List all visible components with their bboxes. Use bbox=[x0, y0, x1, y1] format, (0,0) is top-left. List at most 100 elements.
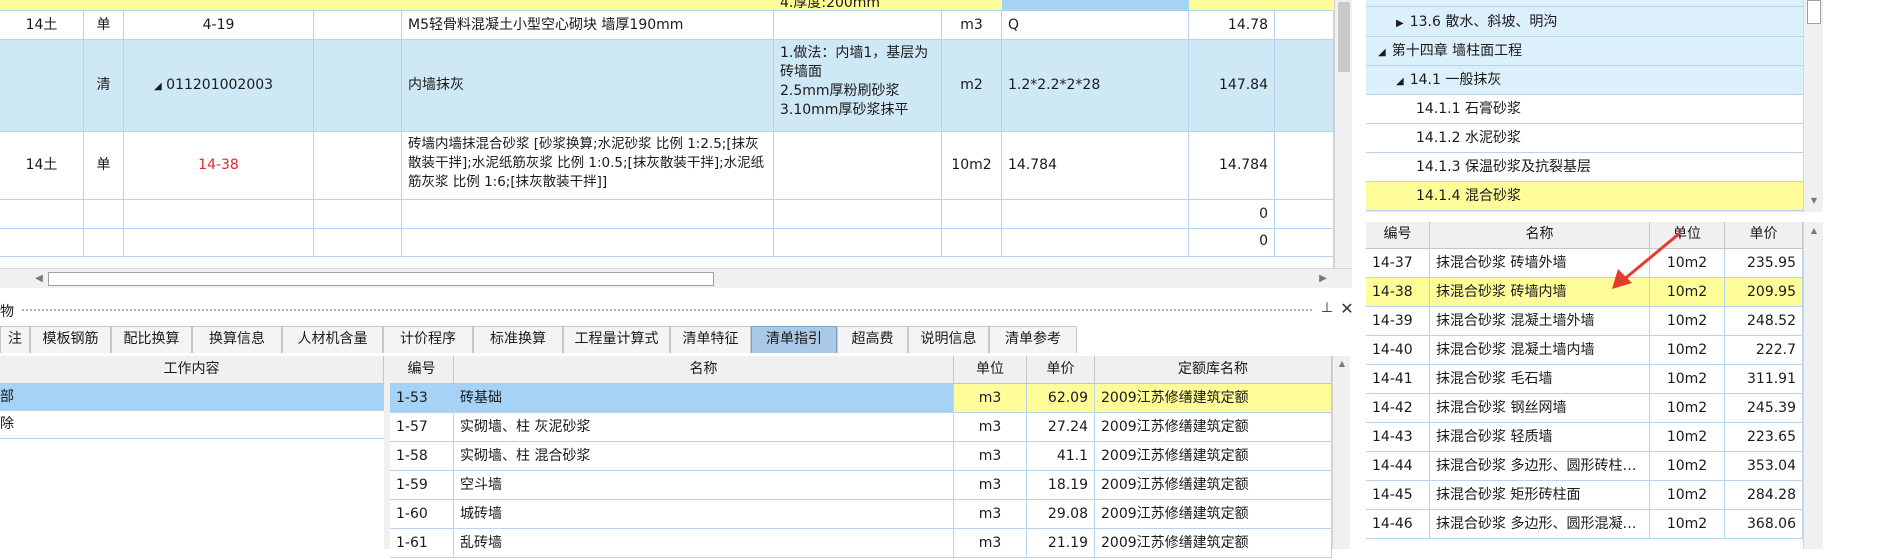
tree-item[interactable]: 14.1.3 保温砂浆及抗裂基层 bbox=[1366, 153, 1803, 182]
code-cell: 1-61 bbox=[390, 529, 454, 558]
col-header-code[interactable]: 编号 bbox=[1366, 222, 1430, 249]
blank-cell bbox=[314, 200, 402, 229]
price-cell: 29.08 bbox=[1027, 500, 1095, 529]
library-cell: 2009江苏修缮建筑定额 bbox=[1095, 413, 1332, 442]
code-cell: 1-58 bbox=[390, 442, 454, 471]
table-row[interactable]: 14-40 抹混合砂浆 混凝土墙内墙 10m2 222.7 bbox=[1366, 336, 1803, 365]
dept-cell: 14土 bbox=[0, 11, 84, 40]
table-row-bill[interactable]: 清 ◢ 011201002003 内墙抹灰 1.做法：内墙1，基层为砖墙面 2.… bbox=[0, 40, 1334, 132]
table-row[interactable]: 0 bbox=[0, 200, 1334, 229]
features-cell: 1.做法：内墙1，基层为砖墙面 2.5mm厚粉刷砂浆 3.10mm厚砂浆抹平 bbox=[774, 40, 942, 132]
table-row[interactable]: 14-37 抹混合砂浆 砖墙外墙 10m2 235.95 bbox=[1366, 249, 1803, 278]
tab-description[interactable]: 说明信息 bbox=[908, 326, 989, 353]
code-cell: 14-39 bbox=[1366, 307, 1430, 336]
expand-triangle-icon[interactable]: ◢ bbox=[154, 81, 162, 92]
table-row[interactable]: 0 bbox=[0, 229, 1334, 257]
col-header-library[interactable]: 定额库名称 bbox=[1095, 356, 1332, 384]
partial-row-formula-bg bbox=[1002, 0, 1189, 11]
table-row[interactable]: 1-60 城砖墙 m3 29.08 2009江苏修缮建筑定额 bbox=[390, 500, 1332, 529]
name-cell: M5轻骨料混凝土小型空心砌块 墙厚190mm bbox=[402, 11, 774, 40]
table-row[interactable]: 14-46 抹混合砂浆 多边形、圆形混凝… 10m2 368.06 bbox=[1366, 510, 1803, 539]
price-cell: 353.04 bbox=[1725, 452, 1803, 481]
table-row[interactable]: 14-39 抹混合砂浆 混凝土墙外墙 10m2 248.52 bbox=[1366, 307, 1803, 336]
close-icon[interactable]: ✕ bbox=[1338, 299, 1356, 319]
col-header-name[interactable]: 名称 bbox=[454, 356, 954, 384]
col-header-code[interactable]: 编号 bbox=[390, 356, 454, 384]
table-row[interactable]: 14-44 抹混合砂浆 多边形、圆形砖柱… 10m2 353.04 bbox=[1366, 452, 1803, 481]
scroll-up-arrow-icon[interactable]: ▲ bbox=[1336, 358, 1348, 370]
dept-cell bbox=[0, 40, 84, 132]
tree-item[interactable]: ▶ 13.6 散水、斜坡、明沟 bbox=[1366, 8, 1803, 37]
table-row[interactable]: 14-38 抹混合砂浆 砖墙内墙 10m2 209.95 bbox=[1366, 278, 1803, 307]
guide-table-vscrollbar[interactable]: ▲ bbox=[1332, 356, 1350, 549]
tab-height-fee[interactable]: 超高费 bbox=[837, 326, 908, 353]
scroll-thumb[interactable] bbox=[1338, 2, 1350, 72]
tab-mix-conversion[interactable]: 配比换算 bbox=[111, 326, 192, 353]
table-row[interactable]: 1-59 空斗墙 m3 18.19 2009江苏修缮建筑定额 bbox=[390, 471, 1332, 500]
expand-triangle-icon[interactable]: ◢ bbox=[1378, 47, 1386, 58]
tab-formwork-rebar[interactable]: 模板钢筋 bbox=[30, 326, 111, 353]
scroll-up-arrow-icon[interactable]: ▲ bbox=[1807, 224, 1821, 238]
price-cell: 235.95 bbox=[1725, 249, 1803, 278]
table-row[interactable]: 14-45 抹混合砂浆 矩形砖柱面 10m2 284.28 bbox=[1366, 481, 1803, 510]
tree-item[interactable]: 14.1.2 水泥砂浆 bbox=[1366, 124, 1803, 153]
tab-standard-conversion[interactable]: 标准换算 bbox=[473, 326, 563, 353]
blank-cell bbox=[314, 132, 402, 200]
code-cell: 4-19 bbox=[124, 11, 314, 40]
table-row[interactable]: 14-42 抹混合砂浆 钢丝网墙 10m2 245.39 bbox=[1366, 394, 1803, 423]
quota-table-vscrollbar[interactable]: ▲ bbox=[1803, 222, 1823, 549]
list-item[interactable]: 部 bbox=[0, 384, 384, 411]
tab-conversion-info[interactable]: 换算信息 bbox=[192, 326, 282, 353]
extra-cell bbox=[1275, 40, 1334, 132]
tree-item[interactable]: ◢ 第十四章 墙柱面工程 bbox=[1366, 37, 1803, 66]
formula-cell bbox=[1002, 200, 1189, 229]
top-table-hscrollbar[interactable]: ◀ ▶ bbox=[0, 268, 1352, 288]
table-row[interactable]: 1-53 砖基础 m3 62.09 2009江苏修缮建筑定额 bbox=[390, 384, 1332, 413]
tab-bill-reference[interactable]: 清单参考 bbox=[989, 326, 1077, 353]
top-table-vscrollbar[interactable] bbox=[1334, 0, 1352, 268]
tab-quantity-formula[interactable]: 工程量计算式 bbox=[563, 326, 670, 353]
col-header-price[interactable]: 单价 bbox=[1725, 222, 1803, 249]
table-row[interactable]: 1-57 实砌墙、柱 灰泥砂浆 m3 27.24 2009江苏修缮建筑定额 bbox=[390, 413, 1332, 442]
table-row[interactable]: 1-58 实砌墙、柱 混合砂浆 m3 41.1 2009江苏修缮建筑定额 bbox=[390, 442, 1332, 471]
table-row[interactable]: 14-43 抹混合砂浆 轻质墙 10m2 223.65 bbox=[1366, 423, 1803, 452]
col-header-price[interactable]: 单价 bbox=[1027, 356, 1095, 384]
name-cell: 砖墙内墙抹混合砂浆 [砂浆换算;水泥砂浆 比例 1:2.5;[抹灰散装干拌];水… bbox=[402, 132, 774, 200]
price-cell: 41.1 bbox=[1027, 442, 1095, 471]
col-header-unit[interactable]: 单位 bbox=[954, 356, 1027, 384]
unit-cell: m3 bbox=[942, 11, 1002, 40]
tree-scroll-thumb[interactable] bbox=[1807, 0, 1821, 24]
hscroll-thumb[interactable] bbox=[48, 272, 714, 286]
type-cell: 单 bbox=[84, 132, 124, 200]
tab-pricing-procedure[interactable]: 计价程序 bbox=[383, 326, 473, 353]
scroll-down-arrow-icon[interactable]: ▼ bbox=[1807, 194, 1821, 208]
price-cell: 284.28 bbox=[1725, 481, 1803, 510]
pin-icon[interactable]: ⊥ bbox=[1318, 300, 1336, 320]
dept-cell: 14土 bbox=[0, 132, 84, 200]
tab-bill-features[interactable]: 清单特征 bbox=[670, 326, 751, 353]
table-row[interactable]: 14-41 抹混合砂浆 毛石墙 10m2 311.91 bbox=[1366, 365, 1803, 394]
tree-vscrollbar[interactable]: ▼ bbox=[1803, 0, 1823, 212]
tree-item[interactable]: 14.1.4 混合砂浆 bbox=[1366, 182, 1803, 211]
tree-item[interactable]: ◢ 14.1 一般抹灰 bbox=[1366, 66, 1803, 95]
tab-labor-material-machine[interactable]: 人材机含量 bbox=[282, 326, 383, 353]
price-cell: 248.52 bbox=[1725, 307, 1803, 336]
unit-cell: 10m2 bbox=[1650, 481, 1725, 510]
list-item[interactable]: 除 bbox=[0, 411, 384, 439]
table-row[interactable]: 1-61 乱砖墙 m3 21.19 2009江苏修缮建筑定额 bbox=[390, 529, 1332, 558]
expand-triangle-icon[interactable]: ◢ bbox=[1396, 76, 1404, 87]
tab-note[interactable]: 注 bbox=[0, 326, 30, 353]
scroll-left-arrow-icon[interactable]: ◀ bbox=[32, 271, 46, 287]
tree-item[interactable]: 14.1.1 石膏砂浆 bbox=[1366, 95, 1803, 124]
name-cell: 抹混合砂浆 矩形砖柱面 bbox=[1430, 481, 1650, 510]
collapse-triangle-icon[interactable]: ▶ bbox=[1396, 18, 1404, 29]
price-cell: 21.19 bbox=[1027, 529, 1095, 558]
extra-cell bbox=[1275, 200, 1334, 229]
tab-bill-guide[interactable]: 清单指引 bbox=[751, 326, 837, 353]
scroll-right-arrow-icon[interactable]: ▶ bbox=[1316, 271, 1330, 287]
table-row[interactable]: 14土 单 14-38 砖墙内墙抹混合砂浆 [砂浆换算;水泥砂浆 比例 1:2.… bbox=[0, 132, 1334, 200]
unit-cell bbox=[942, 229, 1002, 257]
name-cell: 内墙抹灰 bbox=[402, 40, 774, 132]
unit-cell: m3 bbox=[954, 384, 1027, 413]
code-cell: 14-38 bbox=[124, 132, 314, 200]
